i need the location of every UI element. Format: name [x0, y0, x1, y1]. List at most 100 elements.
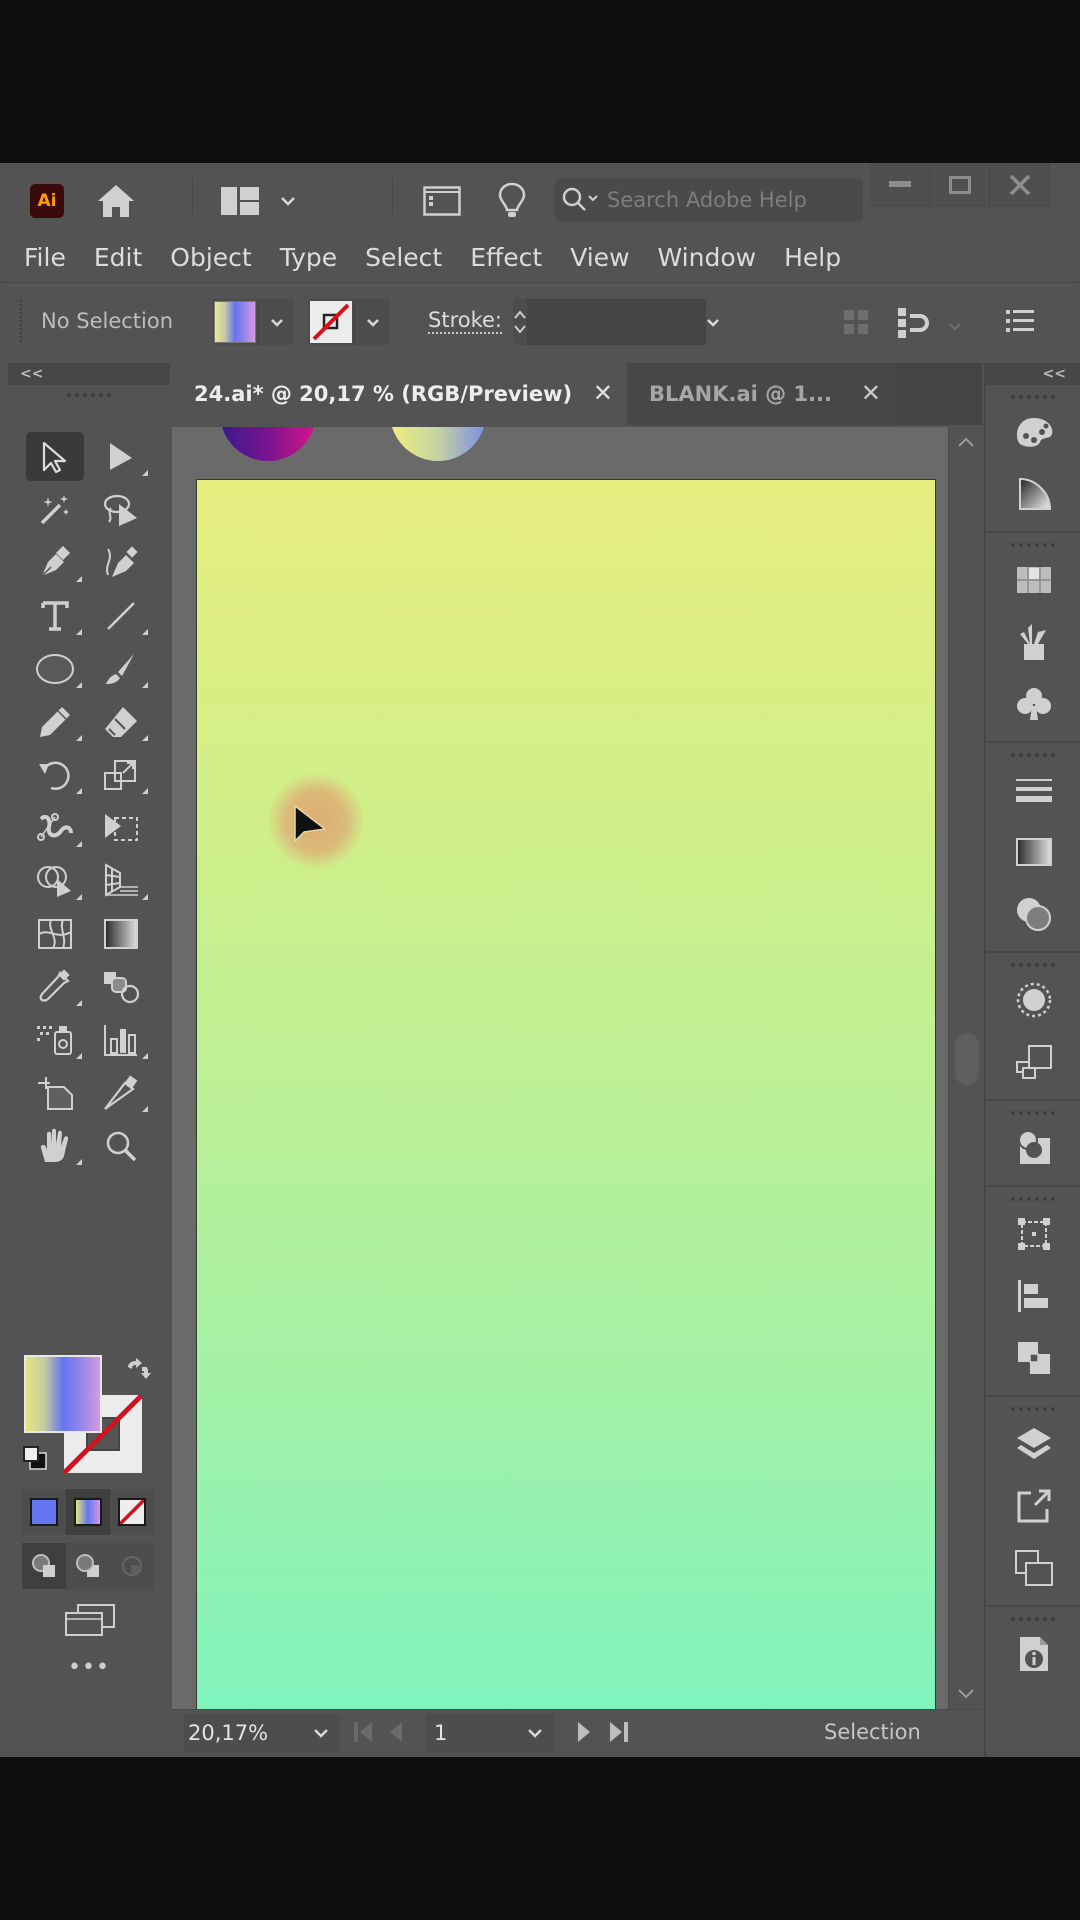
- search-help-input[interactable]: Search Adobe Help: [555, 179, 863, 221]
- document-info-icon[interactable]: [986, 1623, 1080, 1685]
- home-icon[interactable]: [94, 179, 138, 223]
- scroll-up-icon[interactable]: [956, 435, 976, 449]
- minimize-button[interactable]: [870, 163, 930, 207]
- pencil-tool[interactable]: [22, 695, 88, 748]
- column-graph-tool[interactable]: [88, 1013, 154, 1066]
- panel-menu-icon[interactable]: [1006, 308, 1034, 338]
- zoom-level-field[interactable]: 20,17%: [184, 1714, 302, 1752]
- edit-toolbar-button[interactable]: •••: [8, 1655, 170, 1680]
- perspective-grid-tool[interactable]: [88, 854, 154, 907]
- image-trace-icon[interactable]: [986, 1117, 1080, 1179]
- menu-object[interactable]: Object: [170, 243, 251, 272]
- paintbrush-tool[interactable]: [88, 642, 154, 695]
- tab-blank-ai[interactable]: BLANK.ai @ 1... ✕: [627, 363, 895, 425]
- vertical-scrollbar[interactable]: [948, 427, 982, 1709]
- change-screen-mode-icon[interactable]: [64, 1603, 116, 1641]
- maximize-button[interactable]: [930, 163, 990, 207]
- pathfinder-icon[interactable]: [986, 1327, 1080, 1389]
- draw-inside-button[interactable]: [110, 1543, 154, 1589]
- appearance-icon[interactable]: [986, 969, 1080, 1031]
- type-tool[interactable]: [22, 589, 88, 642]
- scale-tool[interactable]: [88, 748, 154, 801]
- scrollbar-thumb[interactable]: [955, 1033, 979, 1085]
- layers-icon[interactable]: [986, 1413, 1080, 1475]
- hand-tool[interactable]: [22, 1119, 88, 1172]
- collapse-toolbar-button[interactable]: <<: [8, 363, 170, 385]
- zoom-tool[interactable]: [88, 1119, 154, 1172]
- pen-tool[interactable]: [22, 536, 88, 589]
- selection-tool[interactable]: [26, 432, 84, 481]
- menu-file[interactable]: File: [24, 243, 66, 272]
- direct-selection-tool[interactable]: [88, 430, 154, 483]
- slice-tool[interactable]: [88, 1066, 154, 1119]
- symbol-sprayer-tool[interactable]: [22, 1013, 88, 1066]
- ellipse-tool[interactable]: [22, 642, 88, 695]
- previous-artboard-icon[interactable]: [386, 1720, 404, 1748]
- stroke-weight-dropdown[interactable]: [705, 299, 720, 345]
- stroke-weight-stepper[interactable]: [513, 299, 528, 345]
- zoom-dropdown-button[interactable]: [302, 1714, 340, 1752]
- align-icon[interactable]: [986, 1265, 1080, 1327]
- close-window-button[interactable]: [990, 163, 1050, 207]
- close-tab-icon[interactable]: ✕: [861, 379, 881, 407]
- stroke-dropdown-button[interactable]: [354, 299, 390, 345]
- color-mode-button[interactable]: [22, 1489, 66, 1535]
- workspace-layout-icon[interactable]: [218, 179, 262, 223]
- magic-wand-tool[interactable]: [22, 483, 88, 536]
- canvas-pasteboard[interactable]: [172, 427, 948, 1709]
- snap-icon[interactable]: [896, 306, 932, 344]
- fill-swatch[interactable]: [214, 301, 256, 343]
- artboard-number-field[interactable]: 1: [426, 1714, 516, 1752]
- arrange-documents-icon[interactable]: [420, 179, 464, 223]
- asset-export-icon[interactable]: [986, 1475, 1080, 1537]
- symbols-icon[interactable]: [986, 673, 1080, 735]
- gradient-tool[interactable]: [88, 907, 154, 960]
- gradient-panel-icon[interactable]: [986, 821, 1080, 883]
- tab-24-ai[interactable]: 24.ai* @ 20,17 % (RGB/Preview) ✕: [172, 363, 627, 425]
- current-tool-status[interactable]: Selection: [824, 1720, 921, 1744]
- stroke-panel-icon[interactable]: [986, 759, 1080, 821]
- color-icon[interactable]: [986, 401, 1080, 463]
- menu-edit[interactable]: Edit: [94, 243, 142, 272]
- purple-gradient-circle[interactable]: [220, 427, 316, 461]
- none-mode-button[interactable]: [110, 1489, 154, 1535]
- next-artboard-icon[interactable]: [576, 1720, 594, 1748]
- fill-color-control[interactable]: [212, 299, 294, 345]
- lightbulb-icon[interactable]: [490, 179, 534, 223]
- collapse-dock-button[interactable]: <<: [986, 363, 1080, 385]
- fill-color-swatch[interactable]: [24, 1355, 102, 1433]
- fill-dropdown-button[interactable]: [258, 299, 294, 345]
- mesh-tool[interactable]: [22, 907, 88, 960]
- close-tab-icon[interactable]: ✕: [593, 379, 613, 407]
- snap-dropdown-icon[interactable]: [948, 316, 962, 335]
- rotate-tool[interactable]: [22, 748, 88, 801]
- stroke-weight-input[interactable]: [528, 299, 705, 345]
- chevron-down-icon[interactable]: [266, 179, 310, 223]
- menu-view[interactable]: View: [570, 243, 629, 272]
- transform-icon[interactable]: [986, 1203, 1080, 1265]
- swatches-icon[interactable]: [986, 549, 1080, 611]
- draw-behind-button[interactable]: [66, 1543, 110, 1589]
- menu-effect[interactable]: Effect: [470, 243, 542, 272]
- stroke-label[interactable]: Stroke:: [428, 308, 502, 334]
- default-fill-stroke-icon[interactable]: [22, 1445, 50, 1477]
- artboard-tool[interactable]: [22, 1066, 88, 1119]
- eraser-tool[interactable]: [88, 695, 154, 748]
- first-artboard-icon[interactable]: [352, 1720, 374, 1748]
- transparency-icon[interactable]: [986, 883, 1080, 945]
- yellow-blue-gradient-circle[interactable]: [390, 427, 486, 461]
- eyedropper-tool[interactable]: [22, 960, 88, 1013]
- last-artboard-icon[interactable]: [608, 1720, 630, 1748]
- panel-grip[interactable]: [67, 393, 111, 401]
- drag-grip[interactable]: [20, 300, 24, 342]
- draw-normal-button[interactable]: [22, 1543, 66, 1589]
- curvature-tool[interactable]: [88, 536, 154, 589]
- color-guide-icon[interactable]: [986, 463, 1080, 525]
- free-transform-tool[interactable]: [88, 801, 154, 854]
- artboard[interactable]: [196, 479, 936, 1709]
- lasso-tool[interactable]: [88, 483, 154, 536]
- menu-help[interactable]: Help: [784, 243, 841, 272]
- gradient-mode-button[interactable]: [66, 1489, 110, 1535]
- scroll-down-icon[interactable]: [956, 1687, 976, 1701]
- graphic-styles-icon[interactable]: [986, 1031, 1080, 1093]
